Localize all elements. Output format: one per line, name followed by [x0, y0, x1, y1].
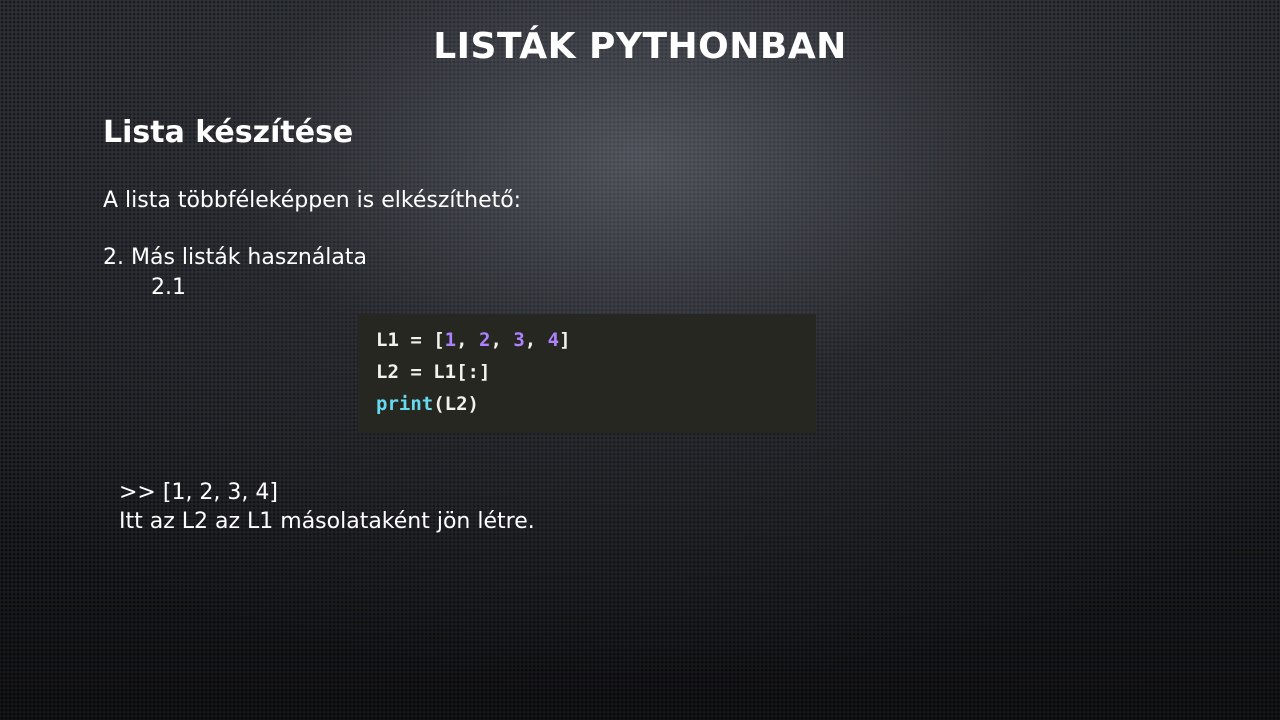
- code-line-1-close: ]: [559, 329, 571, 351]
- code-number-3: 3: [513, 329, 525, 351]
- code-number-4: 4: [547, 329, 560, 351]
- code-separator-2: ,: [490, 329, 514, 351]
- output-result: >> [1, 2, 3, 4]: [119, 480, 278, 505]
- code-block: L1 = [1, 2, 3, 4] L2 = L1[:] print(L2): [358, 314, 816, 433]
- code-line-2: L2 = L1[:]: [376, 361, 491, 383]
- code-line-3-args: (L2): [433, 393, 479, 415]
- code-line-1-lhs: L1 = [: [376, 329, 445, 351]
- output-note: Itt az L2 az L1 másolataként jön létre.: [119, 509, 535, 534]
- code-line-3: print(L2): [376, 388, 816, 420]
- intro-text: A lista többféleképpen is elkészíthető:: [103, 188, 522, 213]
- code-separator-1: ,: [456, 329, 479, 351]
- list-item-other-lists: 2. Más listák használata: [103, 245, 367, 270]
- code-number-1: 1: [444, 329, 457, 351]
- section-title: Lista készítése: [103, 115, 354, 150]
- slide-title: LISTÁK PYTHONBAN: [433, 26, 847, 67]
- sub-item-2-1: 2.1: [151, 275, 186, 300]
- code-separator-3: ,: [524, 329, 548, 351]
- code-number-2: 2: [478, 329, 491, 351]
- code-function-print: print: [376, 393, 434, 415]
- code-line-1: L1 = [1, 2, 3, 4]: [376, 324, 816, 356]
